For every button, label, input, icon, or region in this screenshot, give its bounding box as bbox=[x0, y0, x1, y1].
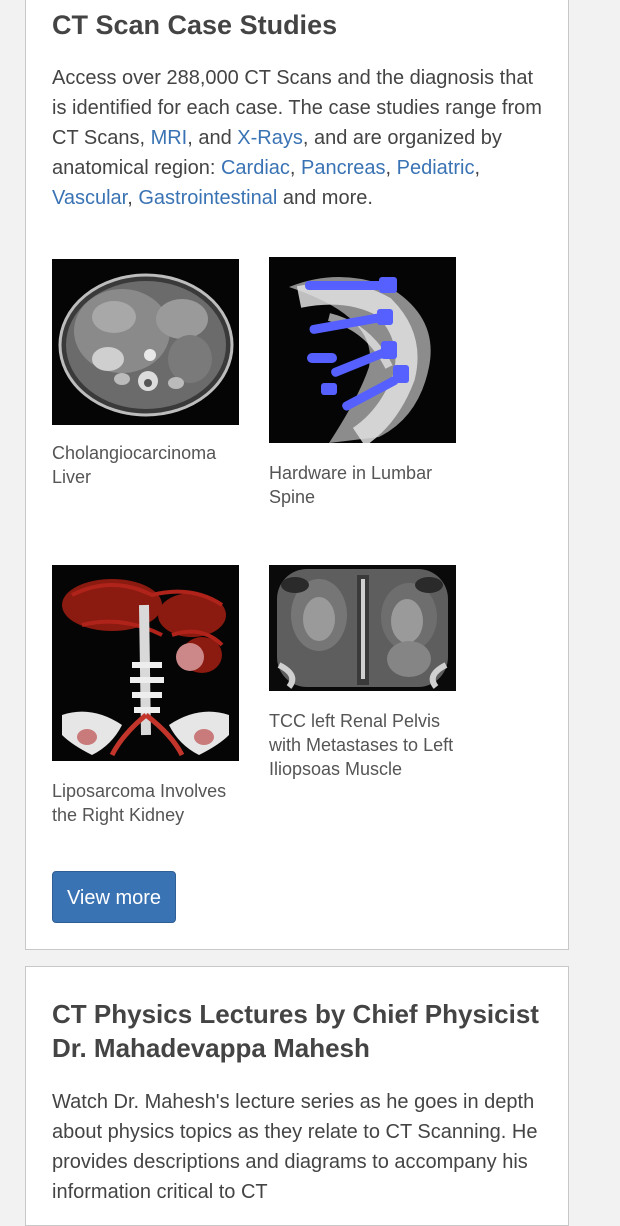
link-cardiac[interactable]: Cardiac bbox=[221, 157, 290, 179]
intro-text: , bbox=[385, 157, 397, 179]
link-gastrointestinal[interactable]: Gastrointestinal bbox=[138, 187, 277, 209]
link-mri[interactable]: MRI bbox=[151, 127, 188, 149]
case-image-lumbar-spine[interactable] bbox=[269, 257, 456, 443]
intro-text: , bbox=[289, 157, 302, 179]
ct-axial-liver-image bbox=[52, 259, 239, 425]
intro-text: and more. bbox=[277, 187, 373, 209]
case-caption-tcc-renal[interactable]: TCC left Renal Pelvis with Metastases to… bbox=[269, 709, 469, 781]
case-caption-lumbar-spine[interactable]: Hardware in Lumbar Spine bbox=[269, 461, 469, 509]
case-image-liposarcoma[interactable] bbox=[52, 565, 239, 761]
case-studies-card: CT Scan Case Studies Access over 288,000… bbox=[25, 0, 569, 950]
link-pancreas[interactable]: Pancreas bbox=[301, 157, 386, 179]
intro-text: , bbox=[127, 187, 139, 209]
case-studies-title: CT Scan Case Studies bbox=[52, 10, 338, 40]
vascular-3d-image bbox=[52, 565, 239, 761]
link-xrays[interactable]: X-Rays bbox=[237, 127, 303, 149]
intro-text: , bbox=[474, 157, 481, 179]
ct-coronal-kidney-image bbox=[269, 565, 456, 691]
lectures-card: CT Physics Lectures by Chief Physicist D… bbox=[25, 966, 569, 1226]
lectures-intro: Watch Dr. Mahesh's lecture series as he … bbox=[52, 1091, 538, 1203]
link-pediatric[interactable]: Pediatric bbox=[397, 157, 475, 179]
case-studies-intro: Access over 288,000 CT Scans and the dia… bbox=[52, 63, 546, 213]
view-more-button[interactable]: View more bbox=[52, 871, 176, 923]
link-vascular[interactable]: Vascular bbox=[52, 187, 127, 209]
lectures-title: CT Physics Lectures by Chief Physicist D… bbox=[52, 999, 539, 1063]
spine-hardware-image bbox=[269, 257, 456, 443]
case-image-tcc-renal[interactable] bbox=[269, 565, 456, 691]
case-caption-liposarcoma[interactable]: Liposarcoma Involves the Right Kidney bbox=[52, 779, 252, 827]
case-caption-cholangiocarcinoma[interactable]: Cholangiocarcinoma Liver bbox=[52, 441, 252, 489]
intro-text: , and bbox=[187, 127, 238, 149]
case-image-cholangiocarcinoma[interactable] bbox=[52, 259, 239, 425]
